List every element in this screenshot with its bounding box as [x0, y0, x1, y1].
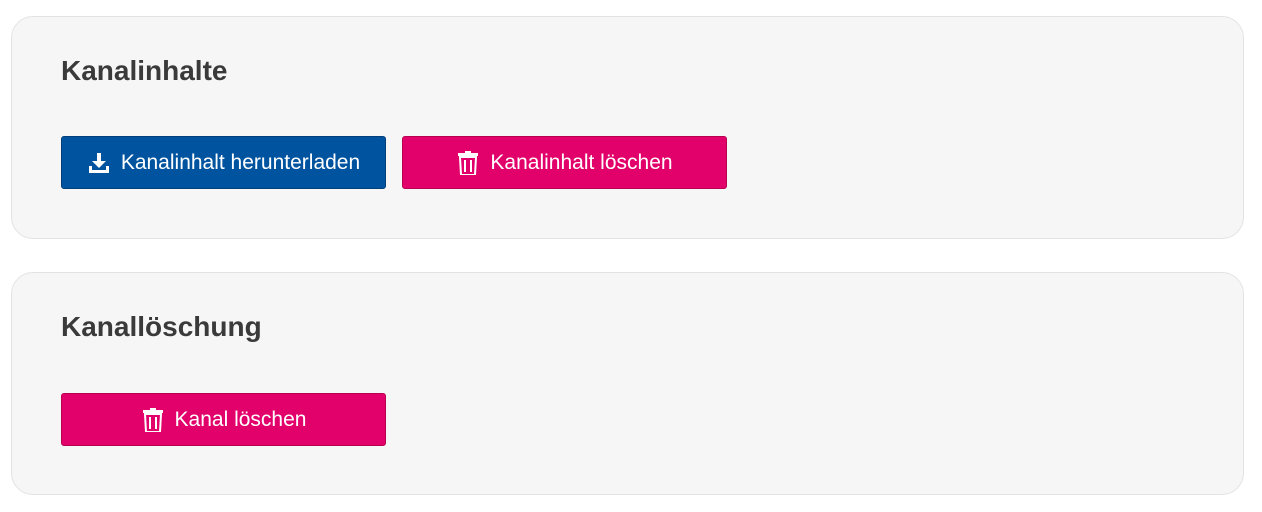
delete-channel-label: Kanal löschen [174, 407, 307, 431]
delete-content-button[interactable]: Kanalinhalt löschen [402, 136, 727, 189]
trash-icon [456, 150, 480, 176]
channel-content-card: Kanalinhalte Kanalinhalt herunterladen K… [11, 16, 1244, 239]
channel-content-title: Kanalinhalte [61, 55, 228, 86]
channel-deletion-title: Kanallöschung [61, 311, 262, 342]
trash-icon [141, 407, 165, 433]
download-content-button[interactable]: Kanalinhalt herunterladen [61, 136, 386, 189]
delete-content-label: Kanalinhalt löschen [490, 150, 673, 174]
download-content-label: Kanalinhalt herunterladen [120, 150, 361, 174]
delete-channel-button[interactable]: Kanal löschen [61, 393, 386, 446]
download-icon [87, 150, 111, 176]
channel-deletion-card: Kanallöschung Kanal löschen [11, 272, 1244, 495]
